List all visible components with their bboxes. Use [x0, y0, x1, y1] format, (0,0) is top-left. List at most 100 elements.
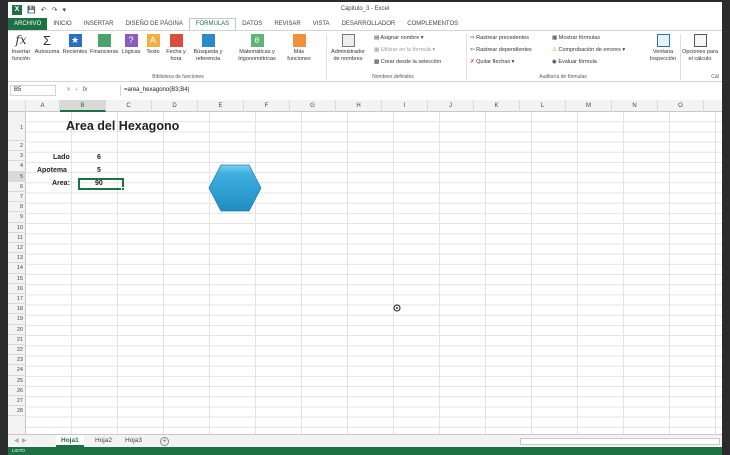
column-header-n[interactable]: N: [612, 100, 658, 112]
row-header-10[interactable]: 10: [8, 223, 26, 233]
column-header-a[interactable]: A: [26, 100, 60, 112]
row-header-22[interactable]: 22: [8, 345, 26, 356]
value-apotema[interactable]: 5: [97, 167, 101, 174]
row-header-11[interactable]: 11: [8, 233, 26, 243]
sheet-nav-arrows[interactable]: ◀ ▶: [14, 437, 27, 444]
row-header-18[interactable]: 18: [8, 304, 26, 315]
watch-window-button[interactable]: Ventana Inspección: [648, 34, 678, 63]
label-apotema[interactable]: Apotema: [37, 167, 67, 174]
row-header-17[interactable]: 17: [8, 294, 26, 305]
tab-insertar[interactable]: INSERTAR: [78, 18, 120, 30]
tab-complementos[interactable]: COMPLEMENTOS: [401, 18, 464, 30]
add-sheet-icon[interactable]: +: [160, 437, 169, 446]
row-header-26[interactable]: 26: [8, 386, 26, 396]
row-header-6[interactable]: 6: [8, 182, 26, 192]
tab-inicio[interactable]: INICIO: [47, 18, 77, 30]
sheet-tab-hoja2[interactable]: Hoja2: [90, 435, 117, 447]
select-all-corner[interactable]: [8, 100, 26, 112]
create-from-selection-button[interactable]: ▩ Crear desde la selección: [374, 59, 441, 65]
label-lado[interactable]: Lado: [53, 154, 70, 161]
recent-button[interactable]: ★ Recientes: [62, 34, 88, 56]
row-header-23[interactable]: 23: [8, 355, 26, 366]
label-area[interactable]: Area:: [52, 180, 70, 187]
column-header-h[interactable]: H: [336, 100, 382, 112]
sheet-tab-hoja1[interactable]: Hoja1: [56, 435, 84, 447]
row-header-14[interactable]: 14: [8, 263, 26, 274]
formula-input[interactable]: =area_hexagono(B3;B4): [120, 85, 718, 96]
column-header-c[interactable]: C: [106, 100, 152, 112]
autosum-button[interactable]: Σ Autosuma: [34, 34, 60, 56]
row-header-19[interactable]: 19: [8, 314, 26, 325]
evaluate-formula-button[interactable]: ◉ Evaluar fórmula: [552, 59, 597, 65]
sheet-title[interactable]: Area del Hexagono: [66, 119, 179, 133]
logical-button[interactable]: ? Lógicas: [120, 34, 142, 56]
text-button[interactable]: A Texto: [144, 34, 162, 56]
hexagon-shape[interactable]: [208, 164, 262, 212]
tab-vista[interactable]: VISTA: [307, 18, 336, 30]
enter-icon[interactable]: ✓: [74, 87, 79, 93]
sheet-tab-hoja3[interactable]: Hoja3: [120, 435, 147, 447]
define-name-button[interactable]: ▤ Asignar nombre ▾: [374, 35, 424, 41]
value-area[interactable]: 90: [95, 180, 103, 187]
auditing-group-label: Auditoría de fórmulas: [539, 74, 587, 80]
horizontal-scrollbar[interactable]: [520, 438, 720, 445]
row-header-13[interactable]: 13: [8, 253, 26, 264]
trace-dependents-button[interactable]: ⇦ Rastrear dependientes: [470, 47, 532, 53]
row-header-16[interactable]: 16: [8, 284, 26, 294]
row-header-1[interactable]: 1: [8, 112, 26, 141]
column-header-e[interactable]: E: [198, 100, 244, 112]
row-header-25[interactable]: 25: [8, 376, 26, 386]
error-checking-button[interactable]: ⚠ Comprobación de errores ▾: [552, 47, 625, 53]
remove-arrows-button[interactable]: ✗ Quitar flechas ▾: [470, 59, 514, 65]
lookup-button[interactable]: Búsqueda y referencia: [190, 34, 226, 63]
row-header-20[interactable]: 20: [8, 325, 26, 335]
column-header-m[interactable]: M: [566, 100, 612, 112]
column-header-l[interactable]: L: [520, 100, 566, 112]
worksheet-grid[interactable]: Area del Hexagono Lado 6 Apotema 5 Area:…: [26, 112, 722, 434]
datetime-button[interactable]: Fecha y hora: [164, 34, 188, 63]
column-header-j[interactable]: J: [428, 100, 474, 112]
tab-desarrollador[interactable]: DESARROLLADOR: [336, 18, 402, 30]
column-headers: ABCDEFGHIJKLMNO: [8, 100, 722, 112]
sigma-icon: Σ: [42, 33, 52, 48]
column-header-o[interactable]: O: [658, 100, 704, 112]
row-header-7[interactable]: 7: [8, 192, 26, 203]
row-header-12[interactable]: 12: [8, 243, 26, 254]
column-header-g[interactable]: G: [290, 100, 336, 112]
trace-precedents-button[interactable]: ⇨ Rastrear precedentes: [470, 35, 529, 41]
row-header-3[interactable]: 3: [8, 151, 26, 162]
row-header-8[interactable]: 8: [8, 202, 26, 213]
row-header-2[interactable]: 2: [8, 141, 26, 152]
financial-button[interactable]: Financieras: [90, 34, 118, 56]
cancel-icon[interactable]: ✕: [66, 87, 71, 93]
row-header-15[interactable]: 15: [8, 274, 26, 284]
tab-revisar[interactable]: REVISAR: [268, 18, 306, 30]
more-functions-button[interactable]: Más funciones: [284, 34, 314, 63]
column-header-b[interactable]: B: [60, 100, 106, 112]
row-header-27[interactable]: 27: [8, 396, 26, 407]
fill-handle[interactable]: [121, 187, 125, 191]
show-formulas-button[interactable]: ▦ Mostrar fórmulas: [552, 35, 600, 41]
tab-diseno-pagina[interactable]: DISEÑO DE PÁGINA: [119, 18, 188, 30]
row-header-21[interactable]: 21: [8, 335, 26, 345]
name-manager-button[interactable]: Administrador de nombres: [328, 34, 368, 63]
insert-function-icon[interactable]: fx: [83, 87, 88, 93]
column-header-d[interactable]: D: [152, 100, 198, 112]
value-lado[interactable]: 6: [97, 154, 101, 161]
calc-options-button[interactable]: Opciones para el cálculo: [682, 34, 718, 63]
math-button[interactable]: θ Matemáticas y trigonométricas: [234, 34, 280, 63]
tab-archivo[interactable]: ARCHIVO: [8, 18, 48, 30]
tab-datos[interactable]: DATOS: [236, 18, 268, 30]
row-header-4[interactable]: 4: [8, 161, 26, 172]
use-in-formula-button[interactable]: ▦ Utilizar en la fórmula ▾: [374, 47, 435, 53]
row-header-9[interactable]: 9: [8, 212, 26, 223]
row-header-5[interactable]: 5: [8, 171, 26, 182]
row-header-28[interactable]: 28: [8, 406, 26, 417]
insert-function-button[interactable]: fx Insertar función: [10, 34, 32, 63]
row-header-24[interactable]: 24: [8, 365, 26, 376]
column-header-f[interactable]: F: [244, 100, 290, 112]
tab-formulas[interactable]: FÓRMULAS: [188, 18, 237, 30]
column-header-i[interactable]: I: [382, 100, 428, 112]
name-box[interactable]: B5: [10, 85, 56, 96]
column-header-k[interactable]: K: [474, 100, 520, 112]
